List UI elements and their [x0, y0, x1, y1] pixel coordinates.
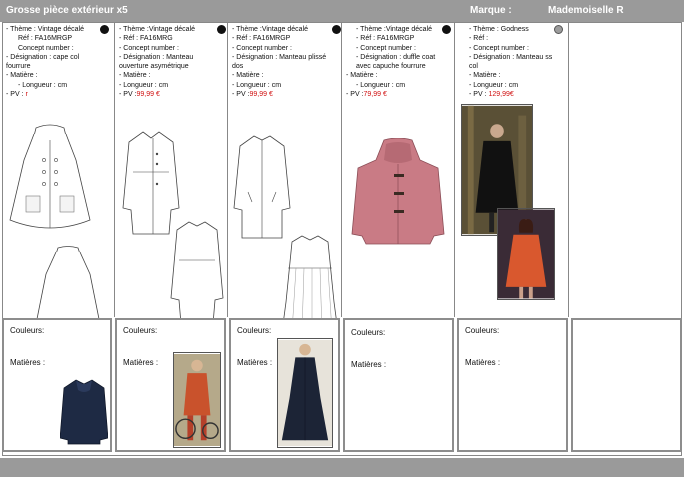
matiere-line: - Matière :	[232, 72, 264, 80]
ref-line: - Réf : FA16MRG	[119, 35, 173, 43]
couleurs-label: Couleurs:	[465, 326, 500, 335]
couleurs-label: Couleurs:	[237, 326, 272, 335]
matiere-line: - Matière :	[469, 72, 501, 80]
brand-name: Mademoiselle R	[548, 5, 624, 16]
designation-line: - Désignation : Manteau ouverture asymét…	[119, 53, 194, 71]
pv-line: - PV :79,99 €	[346, 90, 444, 99]
longueur-line: - Longueur : cm	[119, 81, 169, 89]
ref-line: - Réf : FA16MRGP	[232, 35, 291, 43]
pv-value: 129,99€	[488, 91, 514, 99]
cape-front-sketch	[9, 124, 91, 229]
designation-line: - Désignation : Manteau plissé dos	[232, 53, 327, 71]
coat-back-sketch	[170, 221, 224, 325]
longueur-line: - Longueur : cm	[469, 81, 519, 89]
theme-line: - Thème : Vintage décalé	[6, 26, 84, 33]
matieres-label: Matières :	[123, 358, 159, 367]
matieres-label: Matières :	[10, 358, 46, 367]
status-dot	[332, 25, 341, 34]
navy-coat-photo	[60, 379, 108, 445]
page-title: Grosse pièce extérieur x5	[6, 5, 128, 16]
theme-line: - Thème :Vintage décalé	[119, 26, 196, 33]
bottom-box-5: Couleurs: Matières :	[457, 318, 568, 452]
pv-value: 79,99 €	[363, 91, 387, 99]
status-dot	[217, 25, 226, 34]
pv-line: - PV :99,99 €	[119, 90, 217, 99]
longueur-line: - Longueur : cm	[18, 81, 68, 89]
column-2: - Thème :Vintage décalé - Réf : FA16MRG …	[115, 22, 228, 325]
bottom-box-1: Couleurs: Matières :	[2, 318, 112, 452]
pv-value: 99,99 €	[136, 91, 160, 99]
pv-line: - PV : r	[6, 90, 104, 99]
matiere-line: - Matière :	[346, 72, 378, 80]
designation-line: - Désignation : duffle coat avec capuche…	[356, 53, 436, 71]
bottom-box-2: Couleurs: Matières :	[115, 318, 226, 452]
column-3: - Thème :Vintage décalé - Réf : FA16MRGP…	[228, 22, 342, 333]
matieres-label: Matières :	[351, 360, 387, 369]
concept-line: Concept number :	[18, 44, 74, 52]
header-bar: Grosse pièce extérieur x5 Marque : Madem…	[0, 0, 684, 22]
column-3-info: - Thème :Vintage décalé - Réf : FA16MRGP…	[232, 25, 331, 99]
column-5: - Thème : Godness - Réf : - Concept numb…	[455, 22, 569, 317]
concept-line: - Concept number :	[469, 44, 529, 52]
ref-line: - Réf :	[469, 35, 489, 43]
longueur-line: - Longueur : cm	[356, 81, 406, 89]
pv-label: - PV :	[346, 91, 364, 99]
theme-line: - Thème : Godness	[469, 26, 529, 33]
bottom-box-4: Couleurs: Matières :	[343, 318, 454, 452]
pv-label: - PV :	[6, 91, 26, 99]
couleurs-label: Couleurs:	[351, 328, 386, 337]
column-1: - Thème : Vintage décalé Réf : FA16MRGP …	[2, 22, 115, 330]
column-2-info: - Thème :Vintage décalé - Réf : FA16MRG …	[119, 25, 217, 99]
concept-line: - Concept number :	[232, 44, 292, 52]
model-orange-coat-photo	[497, 208, 555, 300]
designation-line: - Désignation : Manteau ss col	[469, 53, 553, 71]
bottom-box-6	[571, 318, 682, 452]
ref-line: Réf : FA16MRGP	[18, 35, 73, 43]
pv-label: - PV :	[469, 91, 489, 99]
couleurs-label: Couleurs:	[123, 326, 158, 335]
longueur-line: - Longueur : cm	[232, 81, 282, 89]
ref-line: - Réf : FA16MRGP	[356, 35, 415, 43]
column-1-info: - Thème : Vintage décalé Réf : FA16MRGP …	[6, 25, 104, 99]
pv-value: 99,99 €	[249, 91, 273, 99]
column-6	[569, 22, 682, 317]
pv-label: - PV :	[119, 91, 137, 99]
matiere-line: - Matière :	[119, 72, 151, 80]
matieres-label: Matières :	[465, 358, 501, 367]
navy-pleated-coat-photo	[277, 338, 333, 448]
brand-label: Marque :	[470, 5, 512, 16]
column-4: - Thème :Vintage décalé - Réf : FA16MRGP…	[342, 22, 455, 317]
matiere-line: - Matière :	[6, 72, 38, 80]
theme-line: - Thème :Vintage décalé	[232, 26, 309, 33]
concept-line: - Concept number :	[119, 44, 179, 52]
column-5-info: - Thème : Godness - Réf : - Concept numb…	[459, 25, 558, 99]
couleurs-label: Couleurs:	[10, 326, 45, 335]
theme-line: - Thème :Vintage décalé	[356, 26, 433, 33]
bottom-box-3: Couleurs: Matières :	[229, 318, 340, 452]
pv-line: - PV : 129,99€	[459, 90, 558, 99]
matieres-label: Matières :	[237, 358, 273, 367]
pv-value: r	[25, 91, 28, 99]
coat-front-sketch	[233, 135, 291, 239]
footer-bar	[0, 458, 684, 477]
duffle-coat-photo	[351, 138, 445, 245]
pv-label: - PV :	[232, 91, 250, 99]
column-4-info: - Thème :Vintage décalé - Réf : FA16MRGP…	[346, 25, 444, 99]
designation-line: - Désignation : cape col fourrure	[6, 53, 80, 71]
concept-line: - Concept number :	[356, 44, 416, 52]
model-bicycle-photo	[173, 352, 221, 448]
pv-line: - PV :99,99 €	[232, 90, 331, 99]
